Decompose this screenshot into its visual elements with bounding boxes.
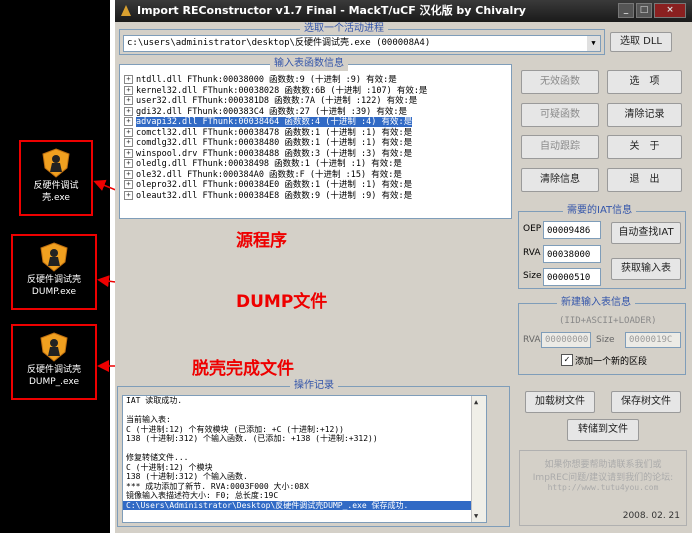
get-imports-button[interactable]: 获取输入表 [611,258,681,280]
release-date: 2008. 02. 21 [622,511,680,521]
imports-group-title: 输入表函数信息 [270,57,348,71]
new-size-field[interactable]: 0000019C [625,332,681,348]
log-group: 操作记录 IAT 读取成功. 当前输入表: C (十进制:12) 个有效模块 (… [117,379,510,527]
clear-log-button[interactable]: 清除记录 [607,103,682,127]
log-line: C (十进制:12) 个模块 [126,462,213,472]
tree-item[interactable]: + oleaut32.dll FThunk:000384E8 函数数:9 (十进制… [122,190,507,202]
save-tree-button[interactable]: 保存树文件 [611,391,681,413]
exit-button[interactable]: 退 出 [607,168,682,192]
tree-item[interactable]: + kernel32.dll FThunk:00038028 函数数:6B (十进… [122,85,507,97]
expand-icon[interactable]: + [124,75,133,84]
oep-field[interactable]: 00009486 [543,221,601,239]
expand-icon[interactable]: + [124,190,133,200]
rva-field[interactable]: 00038000 [543,245,601,263]
iat-info-group-title: 需要的IAT信息 [563,204,637,218]
scroll-up-icon[interactable]: ▲ [474,398,478,406]
pick-dll-button[interactable]: 选取 DLL [610,32,672,52]
annotation-source: 源程序 [236,231,287,251]
new-rva-field[interactable]: 00000000 [541,332,591,348]
size-field[interactable]: 00000510 [543,268,601,286]
log-line: IAT 读取成功. [126,396,183,405]
tree-item[interactable]: + comdlg32.dll FThunk:00038480 函数数:1 (十进制… [122,138,507,149]
maximize-button[interactable]: □ [636,3,652,18]
log-line: 138 (十进制:312) 个输入函数. (已添加: +138 (十进制:+31… [126,434,378,443]
new-import-subtitle: (IID+ASCII+LOADER) [559,316,657,326]
expand-icon[interactable]: + [124,106,133,116]
log-scrollbar[interactable]: ▲ ▼ [471,396,486,522]
log-line: C (十进制:12) 个有效模块 (已添加: +C (十进制:+12)) [126,424,344,434]
tree-item[interactable]: + oledlg.dll FThunk:00038498 函数数:1 (十进制 :… [122,159,507,170]
imports-tree[interactable]: + ntdll.dll FThunk:00038000 函数数:9 (十进制 :9… [122,75,507,201]
tree-item[interactable]: + olepro32.dll FThunk:000384E0 函数数:1 (十进制… [122,180,507,191]
log-line: 镜像输入表描述符大小: F0; 总长度:19C [126,491,279,500]
annotation-dump: DUMP文件 [236,292,328,312]
rva-label: RVA [523,248,541,258]
notice-url[interactable]: http://www.tutu4you.com [520,483,686,492]
add-section-checkbox[interactable]: ✓ [561,354,573,366]
tree-item-selected[interactable]: + advapi32.dll FThunk:00038464 函数数:4 (十进制… [122,117,507,128]
tree-item[interactable]: + comctl32.dll FThunk:00038478 函数数:1 (十进制… [122,127,507,139]
process-dropdown[interactable]: c:\users\administrator\desktop\反硬件调试壳.ex… [123,35,601,52]
expand-icon[interactable]: + [124,127,133,137]
app-icon [121,5,131,16]
expand-icon[interactable]: + [124,96,133,105]
expand-icon[interactable]: + [124,159,133,168]
close-button[interactable]: × [654,3,686,18]
minimize-button[interactable]: _ [618,3,634,18]
title-bar[interactable]: Import REConstructor v1.7 Final - MackT/… [115,0,692,22]
oep-label: OEP [523,224,542,234]
expand-icon[interactable]: + [124,117,133,126]
tree-item[interactable]: + winspool.drv FThunk:00038488 函数数:3 (十进制… [122,148,507,160]
new-rva-label: RVA [523,335,541,345]
log-line: 修复转储文件... [126,453,189,462]
log-group-title: 操作记录 [290,379,338,393]
options-button[interactable]: 选 项 [607,70,682,94]
expand-icon[interactable]: + [124,169,133,179]
chevron-down-icon[interactable]: ▼ [587,36,600,51]
notice-line2: ImpREC问题/建议请到我们的论坛: [532,473,674,483]
tree-item[interactable]: + ole32.dll FThunk:000384A0 函数数:F (十进制 :1… [122,169,507,181]
expand-icon[interactable]: + [124,180,133,189]
imprec-window: Import REConstructor v1.7 Final - MackT/… [115,0,692,533]
log-line-highlighted: C:\Users\Administrator\Desktop\反硬件调试壳DUM… [123,500,486,510]
expand-icon[interactable]: + [124,85,133,95]
imports-group: 输入表函数信息 + ntdll.dll FThunk:00038000 函数数:9… [119,57,512,219]
log-line: 当前输入表: [126,415,171,424]
notice-line1: 如果你想要帮助请联系我们或 [544,460,662,470]
add-section-label: 添加一个新的区段 [575,357,648,367]
log-line: *** 成功添加了新节. RVA:0003F000 大小:08X [126,481,309,491]
load-tree-button[interactable]: 加载树文件 [525,391,595,413]
about-button[interactable]: 关 于 [607,135,682,159]
new-import-group-title: 新建输入表信息 [557,296,635,310]
expand-icon[interactable]: + [124,148,133,158]
invalid-functions-button[interactable]: 无效函数 [521,70,599,94]
process-group: 选取一个活动进程 c:\users\administrator\desktop\… [119,22,605,55]
annotation-unpacked: 脱壳完成文件 [192,359,294,379]
fix-dump-button[interactable]: 转储到文件 [567,419,639,441]
new-size-label: Size [596,335,615,345]
window-title: Import REConstructor v1.7 Final - MackT/… [137,4,526,17]
tree-item[interactable]: + gdi32.dll FThunk:000383C4 函数数:27 (十进制 :… [122,106,507,118]
log-textbox[interactable]: IAT 读取成功. 当前输入表: C (十进制:12) 个有效模块 (已添加: … [122,395,487,523]
suspect-functions-button[interactable]: 可疑函数 [521,103,599,127]
iat-info-group: 需要的IAT信息 OEP 00009486 RVA 00038000 Size … [518,204,686,289]
tree-item[interactable]: + user32.dll FThunk:000381D8 函数数:7A (十进制 … [122,96,507,107]
process-selected-value: c:\users\administrator\desktop\反硬件调试壳.ex… [127,38,431,48]
size-label: Size [523,271,542,281]
clear-info-button[interactable]: 清除信息 [521,168,599,192]
new-import-group: 新建输入表信息 (IID+ASCII+LOADER) RVA 00000000 … [518,296,686,375]
process-group-title: 选取一个活动进程 [300,22,388,36]
tree-item[interactable]: + ntdll.dll FThunk:00038000 函数数:9 (十进制 :9… [122,75,507,86]
footer-notice: 如果你想要帮助请联系我们或 ImpREC问题/建议请到我们的论坛: http:/… [519,450,687,526]
log-line: 138 (十进制:312) 个输入函数. [126,472,248,481]
auto-trace-button[interactable]: 自动跟踪 [521,135,599,159]
expand-icon[interactable]: + [124,138,133,147]
auto-find-iat-button[interactable]: 自动查找IAT [611,222,681,244]
scroll-down-icon[interactable]: ▼ [474,512,478,520]
